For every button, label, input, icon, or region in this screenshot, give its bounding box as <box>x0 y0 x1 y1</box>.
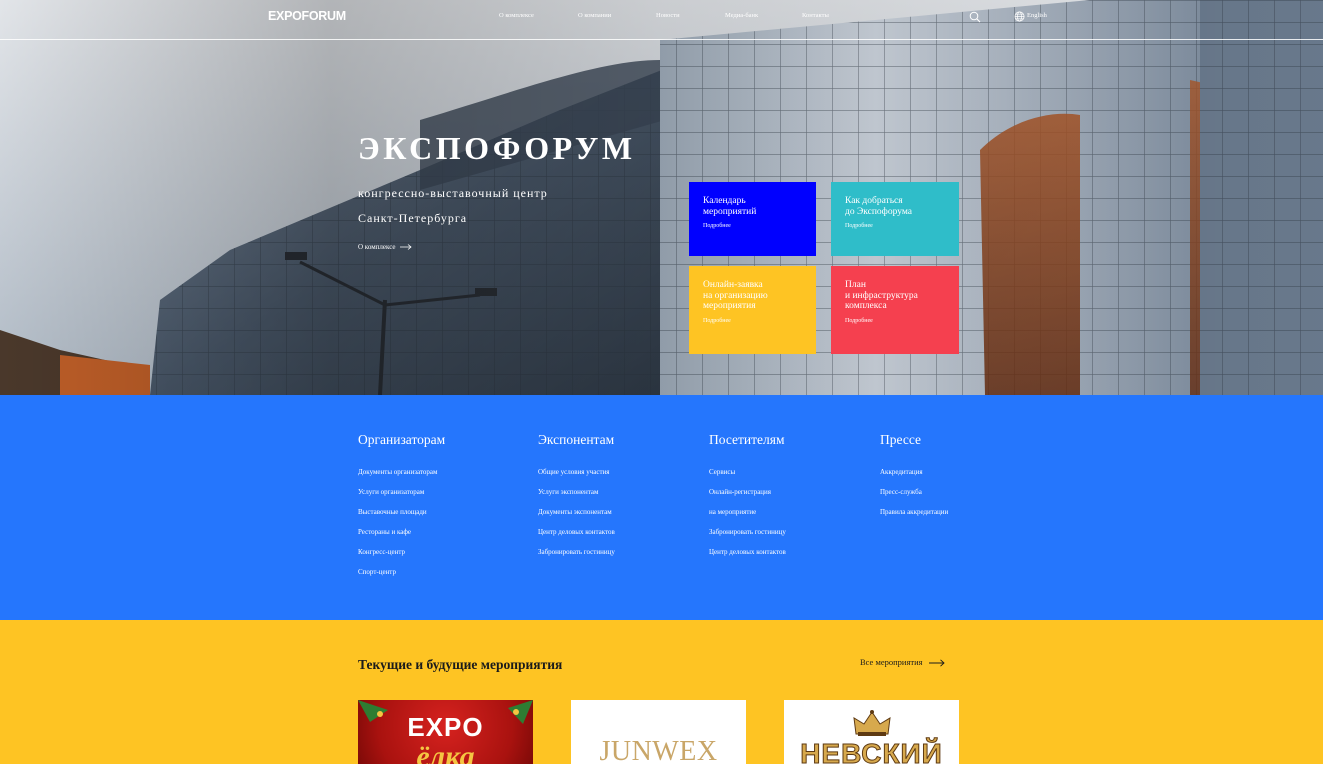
top-navbar: EXPOFORUM О комплексе О компании Новости… <box>0 0 1323 40</box>
link-item[interactable]: Конгресс-центр <box>358 548 405 556</box>
nav-media-bank[interactable]: Медиа-банк <box>725 12 758 19</box>
event-card-expo-elka[interactable]: EXPO ёлка <box>358 700 533 764</box>
link-item[interactable]: Аккредитация <box>880 468 923 476</box>
link-item[interactable]: на мероприятие <box>709 508 756 516</box>
link-item[interactable]: Услуги организаторам <box>358 488 424 496</box>
all-events-link[interactable]: Все мероприятия <box>860 657 945 667</box>
link-item[interactable]: Пресс-служба <box>880 488 922 496</box>
tile-title: Календарь мероприятий <box>703 196 757 217</box>
event-logo-text: EXPO <box>407 712 484 742</box>
event-card-nevsky[interactable]: НЕВСКИЙ <box>784 700 959 764</box>
column-heading: Посетителям <box>709 432 785 447</box>
tile-online-application[interactable]: Онлайн-заявка на организацию мероприятия… <box>689 266 816 354</box>
globe-icon[interactable] <box>1014 11 1025 22</box>
tile-how-to-get[interactable]: Как добраться до Экспофорума Подробнее <box>831 182 959 256</box>
tile-events-calendar[interactable]: Календарь мероприятий Подробнее <box>689 182 816 256</box>
event-logo-text: НЕВСКИЙ <box>800 738 943 764</box>
tile-more-link[interactable]: Подробнее <box>703 318 802 324</box>
link-item[interactable]: Выставочные площади <box>358 508 427 516</box>
link-item[interactable]: Центр деловых контактов <box>709 548 786 556</box>
tile-title: План и инфраструктура комплекса <box>845 280 918 311</box>
event-logo-text: JUNWEX <box>599 736 718 764</box>
hero-section: EXPOFORUM О комплексе О компании Новости… <box>0 0 1323 395</box>
link-item[interactable]: Рестораны и кафе <box>358 528 411 536</box>
link-item[interactable]: Спорт-центр <box>358 568 396 576</box>
link-item[interactable]: Документы экспонентам <box>538 508 612 516</box>
audience-links-section: Организаторам Документы организаторам Ус… <box>0 395 1323 620</box>
hero-subtitle-line2: Санкт-Петербурга <box>358 211 468 225</box>
link-item[interactable]: Забронировать гостиницу <box>538 548 615 556</box>
nav-contacts[interactable]: Контакты <box>802 12 829 19</box>
tile-plan-infrastructure[interactable]: План и инфраструктура комплекса Подробне… <box>831 266 959 354</box>
arrow-right-icon <box>928 659 945 667</box>
event-card-junwex[interactable]: JUNWEX <box>571 700 746 764</box>
link-item[interactable]: Документы организаторам <box>358 468 437 476</box>
column-heading: Прессе <box>880 432 921 447</box>
tile-more-link[interactable]: Подробнее <box>845 223 945 229</box>
tile-title: Онлайн-заявка на организацию мероприятия <box>703 280 768 311</box>
all-events-label: Все мероприятия <box>860 657 923 667</box>
tile-title: Как добраться до Экспофорума <box>845 196 912 217</box>
events-heading: Текущие и будущие мероприятия <box>358 657 563 672</box>
link-item[interactable]: Общие условия участия <box>538 468 610 476</box>
tile-more-link[interactable]: Подробнее <box>703 223 802 229</box>
crown-emblem-icon <box>853 710 891 736</box>
column-heading: Организаторам <box>358 432 446 447</box>
hero-title: ЭКСПОФОРУМ <box>358 130 636 166</box>
link-item[interactable]: Услуги экспонентам <box>538 488 598 496</box>
site-logo[interactable]: EXPOFORUM <box>268 9 346 23</box>
event-logo-subtext: ёлка <box>416 740 475 764</box>
search-icon[interactable] <box>969 11 981 23</box>
tile-more-link[interactable]: Подробнее <box>845 318 945 324</box>
nav-about-company[interactable]: О компании <box>578 12 611 19</box>
link-item[interactable]: Онлайн-регистрация <box>709 488 771 496</box>
events-section: Текущие и будущие мероприятия Все меропр… <box>0 620 1323 764</box>
language-switch[interactable]: English <box>1027 12 1047 19</box>
about-complex-link[interactable]: О комплексе <box>358 243 412 251</box>
hero-subtitle-line1: конгрессно-выставочный центр <box>358 186 548 200</box>
link-item[interactable]: Сервисы <box>709 468 735 476</box>
nav-news[interactable]: Новости <box>656 12 680 19</box>
link-item[interactable]: Забронировать гостиницу <box>709 528 786 536</box>
nav-about-complex[interactable]: О комплексе <box>499 12 534 19</box>
about-complex-link-label: О комплексе <box>358 243 396 251</box>
link-item[interactable]: Центр деловых контактов <box>538 528 615 536</box>
link-item[interactable]: Правила аккредитации <box>880 508 948 516</box>
column-heading: Экспонентам <box>538 432 615 447</box>
arrow-right-icon <box>400 244 412 251</box>
hero-overlay <box>0 0 1323 395</box>
